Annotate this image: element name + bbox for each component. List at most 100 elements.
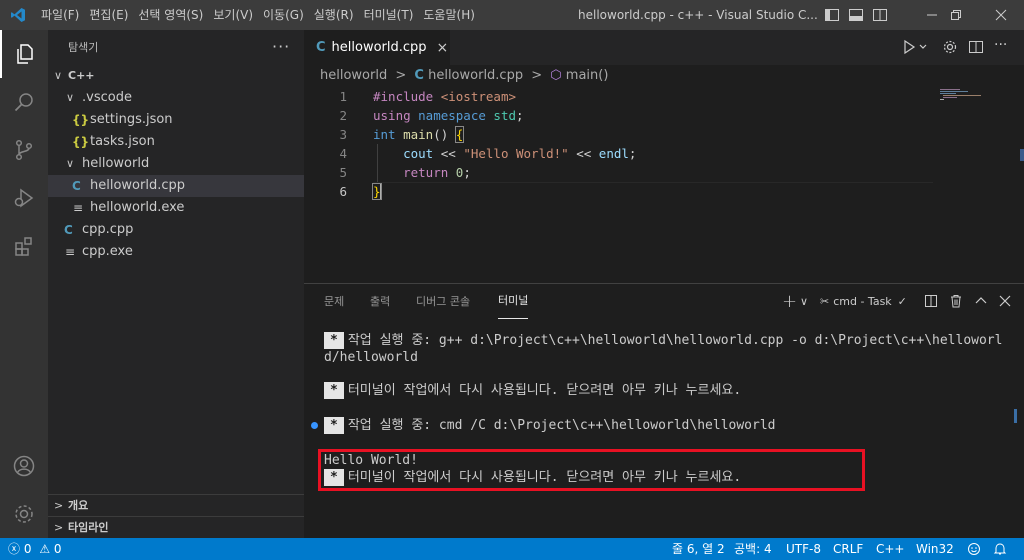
warning-count: 0	[53, 542, 62, 556]
tab-helloworld-cpp[interactable]: C helloworld.cpp ×	[304, 30, 450, 65]
sidebar-title: 탐색기	[68, 41, 99, 54]
tree-file-tasks-json[interactable]: {} tasks.json	[48, 131, 304, 153]
tree-file-helloworld-exe[interactable]: ≡ helloworld.exe	[48, 197, 304, 219]
cpp-file-icon: C	[316, 40, 326, 55]
code-line-1: #include <iostream>	[373, 89, 516, 104]
chevron-right-icon: >	[395, 68, 407, 83]
activity-bar	[0, 30, 48, 538]
tab-output[interactable]: 출력	[370, 284, 390, 319]
notifications-icon[interactable]	[993, 538, 1007, 560]
tree-item-label: cpp.exe	[82, 244, 133, 259]
toggle-sidebar-icon[interactable]	[824, 7, 840, 23]
minimap[interactable]	[938, 87, 1008, 107]
tree-file-cpp-cpp[interactable]: C cpp.cpp	[48, 219, 304, 241]
tree-folder-vscode[interactable]: ∨ .vscode	[48, 87, 304, 109]
maximize-panel-icon[interactable]	[974, 294, 988, 311]
run-code-icon[interactable]	[902, 39, 932, 55]
code-editor[interactable]: 1 2 3 4 5 6 #include <iostream> using na…	[304, 87, 1024, 283]
language-mode[interactable]: C++	[876, 538, 905, 560]
menu-selection[interactable]: 선택 영역(S)	[133, 0, 208, 30]
line-number: 6	[339, 184, 347, 199]
search-icon[interactable]	[0, 78, 48, 126]
toggle-panel-icon[interactable]	[848, 7, 864, 23]
tree-file-settings-json[interactable]: {} settings.json	[48, 109, 304, 131]
bottom-panel: 문제 출력 디버그 콘솔 터미널 + ∨ ✂ cmd - Task ✓ * 작업 …	[304, 283, 1024, 538]
tree-folder-helloworld[interactable]: ∨ helloworld	[48, 153, 304, 175]
line-number: 5	[339, 165, 347, 180]
encoding[interactable]: UTF-8	[786, 538, 821, 560]
menu-go[interactable]: 이동(G)	[258, 0, 309, 30]
terminal-task-selector[interactable]: ✂ cmd - Task ✓	[820, 293, 907, 309]
code-line-3: int main() {	[373, 126, 465, 143]
split-terminal-icon[interactable]	[924, 294, 938, 311]
extensions-icon[interactable]	[0, 222, 48, 270]
settings-gear-icon[interactable]	[0, 490, 48, 538]
json-file-icon: {}	[72, 113, 90, 127]
close-window-button[interactable]	[978, 0, 1024, 30]
editor-scrollbar[interactable]	[1014, 87, 1024, 283]
menu-edit[interactable]: 편집(E)	[84, 0, 133, 30]
breadcrumb-symbol[interactable]: main()	[566, 68, 609, 83]
problems-status[interactable]: ⓧ 0 ⚠ 0	[8, 538, 62, 560]
customize-layout-icon[interactable]	[872, 7, 888, 23]
tab-problems[interactable]: 문제	[324, 284, 344, 319]
tree-item-label: settings.json	[90, 112, 173, 127]
terminal-line-1: * 작업 실행 중: g++ d:\Project\c++\helloworld\…	[324, 332, 1014, 366]
feedback-icon[interactable]	[967, 538, 981, 560]
close-tab-icon[interactable]: ×	[437, 40, 449, 56]
breadcrumb-file[interactable]: helloworld.cpp	[428, 68, 523, 83]
task-label: cmd - Task	[833, 294, 892, 308]
breadcrumb: helloworld > C helloworld.cpp > ⬡ main()	[304, 65, 1024, 87]
source-control-icon[interactable]	[0, 126, 48, 174]
tree-item-label: cpp.cpp	[82, 222, 134, 237]
indentation[interactable]: 공백: 4	[734, 538, 772, 560]
terminal-line-4: * 터미널이 작업에서 다시 사용됩니다. 닫으려면 아무 키나 누르세요.	[324, 469, 1014, 486]
menu-view[interactable]: 보기(V)	[208, 0, 258, 30]
menu-help[interactable]: 도움말(H)	[418, 0, 480, 30]
explorer-icon[interactable]	[0, 30, 48, 78]
tree-file-helloworld-cpp[interactable]: C helloworld.cpp	[48, 175, 304, 197]
tab-debug-console[interactable]: 디버그 콘솔	[416, 284, 470, 319]
more-actions-icon[interactable]: ···	[994, 38, 1010, 55]
task-star-marker: *	[324, 332, 344, 349]
tab-terminal[interactable]: 터미널	[498, 284, 529, 319]
title-bar: 파일(F) 편집(E) 선택 영역(S) 보기(V) 이동(G) 실행(R) 터…	[0, 0, 1024, 30]
exe-file-icon: ≡	[65, 245, 76, 259]
breadcrumb-folder[interactable]: helloworld	[320, 68, 387, 83]
terminal-text: 터미널이 작업에서 다시 사용됩니다. 닫으려면 아무 키나 누르세요.	[347, 470, 742, 485]
split-editor-icon[interactable]	[968, 39, 984, 55]
terminal-line-3: * 작업 실행 중: cmd /C d:\Project\c++\hellowor…	[324, 417, 1014, 434]
task-star-marker: *	[324, 382, 344, 399]
timeline-section[interactable]: > 타임라인	[48, 516, 304, 538]
new-terminal-button[interactable]: +	[782, 291, 797, 312]
tree-root-label: C++	[68, 69, 95, 82]
tree-root-folder[interactable]: ∨ C++	[48, 65, 304, 87]
terminal-scrollbar[interactable]	[1014, 409, 1017, 423]
vscode-logo-icon	[0, 0, 36, 30]
cursor-position[interactable]: 줄 6, 열 2	[672, 538, 725, 560]
tree-item-label: helloworld.cpp	[90, 178, 185, 193]
tree-item-label: tasks.json	[90, 134, 155, 149]
end-of-line[interactable]: CRLF	[833, 538, 863, 560]
section-label: 타임라인	[68, 521, 109, 534]
tree-item-label: helloworld.exe	[90, 200, 185, 215]
trash-icon[interactable]	[949, 294, 963, 311]
json-file-icon: {}	[72, 135, 90, 149]
indent-guide	[377, 144, 378, 182]
account-icon[interactable]	[0, 442, 48, 490]
outline-section[interactable]: > 개요	[48, 494, 304, 516]
menu-terminal[interactable]: 터미널(T)	[359, 0, 419, 30]
tree-item-label: helloworld	[82, 156, 150, 171]
menu-file[interactable]: 파일(F)	[36, 0, 84, 30]
restore-button[interactable]	[933, 0, 979, 30]
more-actions-icon[interactable]: ···	[272, 30, 290, 65]
settings-gear-icon[interactable]	[942, 39, 958, 55]
command-decoration-icon[interactable]	[311, 422, 318, 429]
chevron-down-icon[interactable]: ∨	[800, 293, 808, 309]
platform-config[interactable]: Win32	[916, 538, 954, 560]
run-debug-icon[interactable]	[0, 174, 48, 222]
task-star-marker: *	[324, 417, 344, 434]
menu-run[interactable]: 실행(R)	[309, 0, 359, 30]
tree-file-cpp-exe[interactable]: ≡ cpp.exe	[48, 241, 304, 263]
close-panel-icon[interactable]	[998, 294, 1012, 311]
